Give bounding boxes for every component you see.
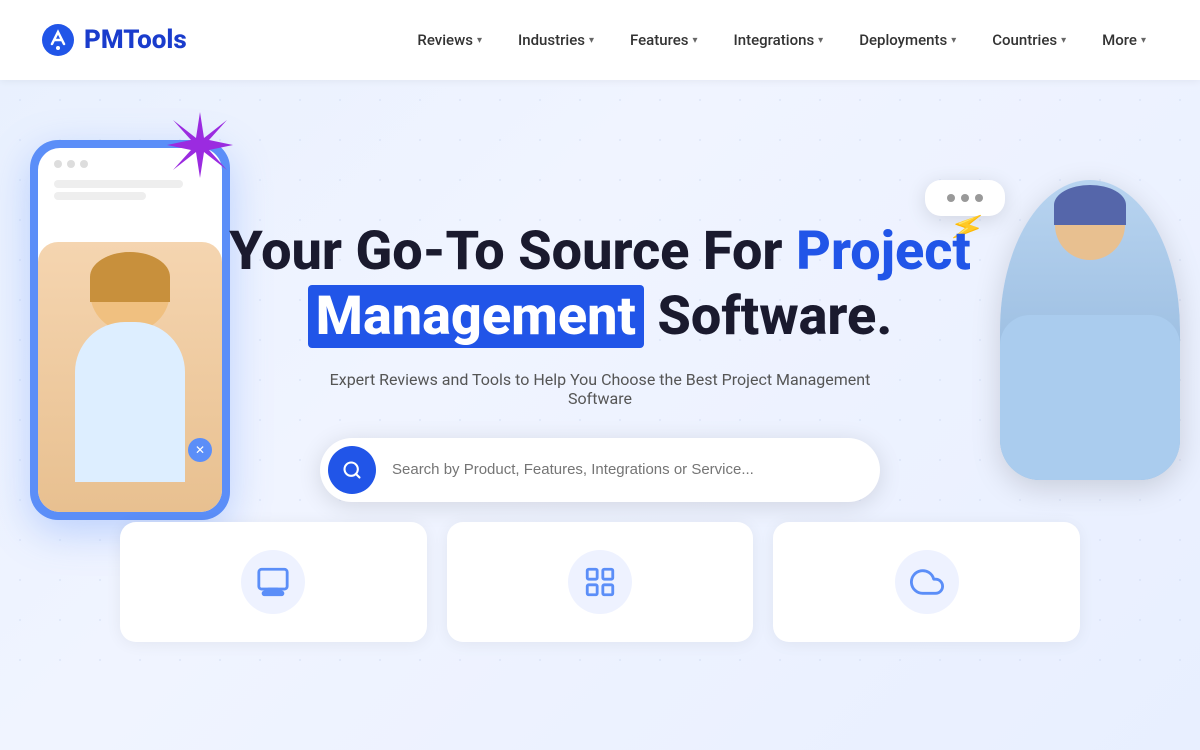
nav-item-industries: Industries ▾: [504, 23, 608, 57]
nav-link-countries[interactable]: Countries ▾: [978, 23, 1080, 57]
nav-link-more[interactable]: More ▾: [1088, 23, 1160, 57]
nav-item-deployments: Deployments ▾: [845, 23, 970, 57]
card-1: [120, 522, 427, 642]
chevron-icon: ▾: [1061, 35, 1066, 46]
chevron-icon: ▾: [951, 35, 956, 46]
card-2: [447, 522, 754, 642]
cloud-icon: [910, 565, 944, 599]
hero-title: Your Go-To Source For Project Management…: [220, 220, 980, 350]
nav-link-reviews[interactable]: Reviews ▾: [403, 23, 496, 57]
search-input[interactable]: [376, 461, 872, 478]
navbar: PMTools Reviews ▾ Industries ▾ Features …: [0, 0, 1200, 80]
nav-item-integrations: Integrations ▾: [720, 23, 838, 57]
nav-item-countries: Countries ▾: [978, 23, 1080, 57]
hero-title-highlight: Management: [308, 285, 644, 348]
card-icon-circle-2: [568, 550, 632, 614]
brand-name: PMTools: [84, 25, 187, 55]
cards-row: [60, 502, 1140, 642]
nav-link-integrations[interactable]: Integrations ▾: [720, 23, 838, 57]
card-icon-circle-1: [241, 550, 305, 614]
search-bar: [320, 438, 880, 502]
hero-title-part1: Your Go-To Source For: [229, 220, 782, 283]
hero-text-block: Your Go-To Source For Project Management…: [60, 120, 1140, 502]
nav-link-industries[interactable]: Industries ▾: [504, 23, 608, 57]
logo[interactable]: PMTools: [40, 22, 187, 58]
search-icon: [342, 460, 362, 480]
chevron-icon: ▾: [692, 35, 697, 46]
card-icon-circle-3: [895, 550, 959, 614]
nav-link-features[interactable]: Features ▾: [616, 23, 712, 57]
chevron-icon: ▾: [818, 35, 823, 46]
nav-item-features: Features ▾: [616, 23, 712, 57]
grid-icon: [583, 565, 617, 599]
chevron-icon: ▾: [589, 35, 594, 46]
search-button[interactable]: [328, 446, 376, 494]
chevron-icon: ▾: [477, 35, 482, 46]
nav-link-deployments[interactable]: Deployments ▾: [845, 23, 970, 57]
hero-title-software: Software.: [657, 285, 892, 348]
nav-item-more: More ▾: [1088, 23, 1160, 57]
nav-item-reviews: Reviews ▾: [403, 23, 496, 57]
nav-links: Reviews ▾ Industries ▾ Features ▾ Integr…: [403, 23, 1160, 57]
logo-icon: [40, 22, 76, 58]
card-3: [773, 522, 1080, 642]
hero-subtitle: Expert Reviews and Tools to Help You Cho…: [300, 370, 900, 408]
hero-title-blue: Project: [796, 220, 971, 283]
hero-section: ✕ ⚡ Your Go-To Source For Project Manage…: [0, 80, 1200, 670]
monitor-icon: [256, 565, 290, 599]
chevron-icon: ▾: [1141, 35, 1146, 46]
